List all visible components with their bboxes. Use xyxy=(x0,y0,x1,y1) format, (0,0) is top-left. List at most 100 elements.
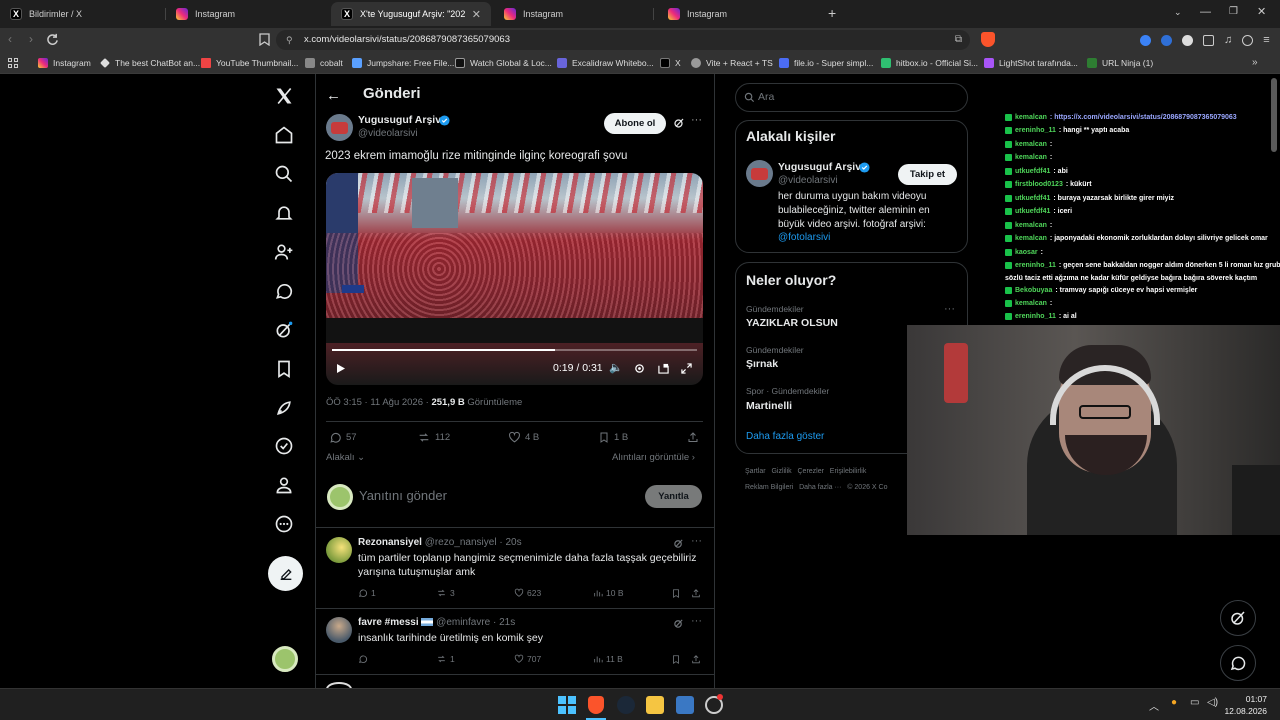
new-tab-button[interactable]: + xyxy=(828,5,836,21)
person-avatar[interactable] xyxy=(746,160,773,187)
subscribe-button[interactable]: Abone ol xyxy=(604,113,666,134)
apps-icon[interactable] xyxy=(8,58,18,68)
bookmark-page-icon[interactable] xyxy=(259,33,270,46)
bookmark-item[interactable]: Vite + React + TS xyxy=(691,52,773,74)
grok-icon[interactable] xyxy=(673,618,684,629)
open-external-icon[interactable]: ⧉ xyxy=(955,30,962,50)
messages-float-button[interactable] xyxy=(1220,645,1256,681)
site-info-icon[interactable]: ⚲ xyxy=(286,30,293,50)
grok-icon[interactable] xyxy=(274,320,296,342)
grok-icon[interactable] xyxy=(673,117,685,129)
share-icon[interactable] xyxy=(691,654,701,665)
volume-icon[interactable]: ◁) xyxy=(1207,697,1218,708)
tab-search-icon[interactable]: ⌄ xyxy=(1174,7,1182,18)
bookmark-item[interactable]: hitbox.io - Official Si... xyxy=(881,52,978,74)
sort-dropdown[interactable]: Alakalı ⌄ xyxy=(326,452,365,463)
reply-action[interactable]: 57 xyxy=(329,431,357,444)
reply-repost-action[interactable]: 3 xyxy=(436,588,455,598)
reply-handle[interactable]: @eminfavre · 21s xyxy=(436,617,515,628)
bio-link[interactable]: @fotolarsivi xyxy=(778,232,830,243)
bookmark-item[interactable]: The best ChatBot an... xyxy=(100,52,200,74)
reply-like-action[interactable]: 623 xyxy=(514,588,541,598)
share-icon[interactable] xyxy=(691,588,701,599)
video-progress-track[interactable] xyxy=(332,349,697,351)
brave-browser-icon[interactable] xyxy=(588,696,604,714)
reply-handle[interactable]: @rezo_nansiyel · 20s xyxy=(425,537,522,548)
person-handle[interactable]: @videolarsivi xyxy=(778,175,838,186)
bookmark-action[interactable]: 1 B xyxy=(598,431,628,444)
menu-icon[interactable]: ≡ xyxy=(1263,34,1269,46)
bookmark-item[interactable]: Excalidraw Whitebo... xyxy=(557,52,654,74)
reply-author[interactable]: favre #messi xyxy=(358,617,419,628)
reply-button[interactable]: Yanıtla xyxy=(645,485,702,508)
settings-gear-icon[interactable] xyxy=(634,363,645,374)
browser-tab[interactable]: Instagram xyxy=(494,2,654,26)
reply-avatar[interactable] xyxy=(326,537,352,563)
reply-author[interactable]: Rezonansiyel xyxy=(358,537,422,548)
reply-views-action[interactable]: 11 B xyxy=(593,654,623,664)
show-more-link[interactable]: Daha fazla göster xyxy=(746,431,824,442)
more-options-icon[interactable]: ··· xyxy=(691,535,702,547)
grok-float-button[interactable] xyxy=(1220,600,1256,636)
reply-repost-action[interactable]: 1 xyxy=(436,654,455,664)
reply-comment-action[interactable]: 1 xyxy=(358,588,376,598)
account-avatar[interactable] xyxy=(272,646,298,672)
browser-tab-active[interactable]: X X'te Yugusuguf Arşiv: "2023 ekre ✕ xyxy=(331,2,491,26)
bookmark-item[interactable]: LightShot tarafında... xyxy=(984,52,1078,74)
picture-in-picture-icon[interactable] xyxy=(658,363,669,374)
notifications-icon[interactable] xyxy=(274,203,296,225)
app-icon[interactable] xyxy=(676,696,694,714)
verified-icon[interactable] xyxy=(274,436,296,458)
browser-tab[interactable]: Instagram xyxy=(658,2,818,26)
brave-shields-icon[interactable] xyxy=(981,32,995,47)
reply-comment-action[interactable] xyxy=(358,654,371,664)
compose-post-button[interactable] xyxy=(268,556,303,591)
reply-views-action[interactable]: 10 B xyxy=(593,588,624,598)
volume-icon[interactable]: 🔈 xyxy=(609,361,623,374)
clock-date[interactable]: 12.08.2026 xyxy=(1219,706,1267,716)
more-icon[interactable] xyxy=(274,514,296,536)
messages-icon[interactable] xyxy=(274,281,296,303)
bookmark-icon[interactable] xyxy=(671,654,681,665)
bookmark-icon[interactable] xyxy=(671,588,681,599)
clock-time[interactable]: 01:07 xyxy=(1229,694,1267,704)
bookmark-item[interactable]: Jumpshare: Free File... xyxy=(352,52,454,74)
follow-button[interactable]: Takip et xyxy=(898,164,957,185)
x-logo-icon[interactable] xyxy=(274,86,296,108)
post-timestamp[interactable]: ÖÖ 3:15 · 11 Ağu 2026 · xyxy=(326,397,429,408)
reply-avatar[interactable] xyxy=(326,617,352,643)
more-options-icon[interactable]: ··· xyxy=(944,303,955,315)
more-bookmarks-icon[interactable]: » xyxy=(1252,57,1258,68)
footer-links[interactable]: Şartlar Gizlilik Çerezler Erişilebilirli… xyxy=(745,468,866,475)
trend-name[interactable]: YAZIKLAR OLSUN xyxy=(746,317,838,329)
browser-tab[interactable]: Instagram xyxy=(166,2,330,26)
author-avatar[interactable] xyxy=(326,114,353,141)
search-input[interactable]: Ara xyxy=(735,83,968,112)
share-icon[interactable] xyxy=(687,431,699,444)
browser-tab[interactable]: X Bildirimler / X xyxy=(0,2,166,26)
reply-like-action[interactable]: 707 xyxy=(514,654,541,664)
steam-icon[interactable] xyxy=(617,696,635,714)
author-handle[interactable]: @videolarsivi xyxy=(358,128,418,139)
music-icon[interactable]: ♫ xyxy=(1224,34,1232,46)
like-action[interactable]: 4 B xyxy=(508,431,539,444)
forward-icon[interactable]: › xyxy=(29,32,33,46)
extension-icon[interactable] xyxy=(1182,34,1193,46)
search-icon[interactable] xyxy=(274,164,296,186)
view-quotes-link[interactable]: Alıntıları görüntüle › xyxy=(612,452,695,463)
close-icon[interactable]: ✕ xyxy=(472,8,481,21)
bookmark-item[interactable]: file.io - Super simpl... xyxy=(779,52,873,74)
file-explorer-icon[interactable] xyxy=(646,696,664,714)
microphone-icon[interactable]: ● xyxy=(1171,697,1177,708)
follow-icon[interactable] xyxy=(274,242,296,264)
reload-icon[interactable] xyxy=(46,33,59,46)
repost-action[interactable]: 112 xyxy=(417,431,450,444)
extension-icon[interactable] xyxy=(1161,34,1172,46)
person-name[interactable]: Yugusuguf Arşiv xyxy=(778,161,861,173)
maximize-icon[interactable]: ❐ xyxy=(1229,6,1238,17)
tray-chevron-icon[interactable]: ︿ xyxy=(1149,698,1159,713)
bookmark-item[interactable]: YouTube Thumbnail... xyxy=(201,52,298,74)
reply-input[interactable]: Yanıtını gönder xyxy=(359,488,447,503)
puzzle-icon[interactable] xyxy=(1203,34,1214,46)
more-options-icon[interactable]: ··· xyxy=(691,615,702,627)
